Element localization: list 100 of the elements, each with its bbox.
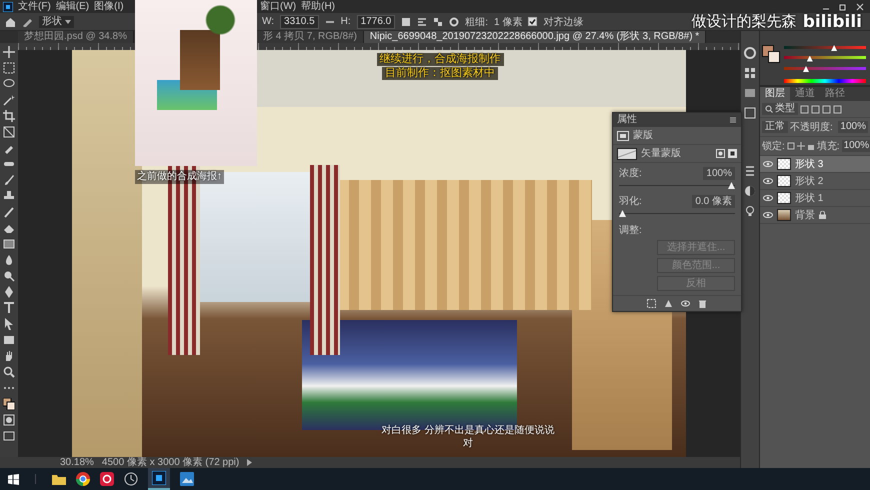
eye-icon[interactable] [763, 195, 773, 201]
slider-value-field[interactable]: 100% [703, 167, 735, 180]
layer-thumbnail [777, 192, 791, 204]
quick-mask-icon[interactable] [3, 414, 15, 426]
lock-position-icon[interactable] [796, 142, 805, 150]
video-subtitle: 对 [463, 437, 473, 450]
path-alignment-icon[interactable] [417, 16, 428, 26]
menu-item[interactable]: 图像(I) [94, 0, 124, 13]
layer-name: 形状 1 [795, 192, 824, 205]
eraser-icon[interactable] [3, 222, 15, 234]
opacity-field[interactable]: 100% [838, 121, 868, 133]
frame-icon[interactable] [3, 126, 15, 138]
channel-name: 做设计的梨先森 [692, 13, 797, 31]
layer-name: 背景 [795, 208, 815, 222]
layer-row[interactable]: 形状 2 [760, 173, 870, 190]
section-title: 蒙版 [633, 129, 653, 142]
layer-thumbnail [777, 175, 791, 187]
document-tab[interactable]: 梦想田园.psd @ 34.8% [18, 31, 134, 43]
restore-icon[interactable] [839, 2, 847, 10]
width-field[interactable]: 3310.5 [280, 14, 319, 28]
height-label: H: [340, 16, 351, 27]
align-edges-checkbox[interactable] [528, 17, 538, 26]
ps-logo-icon [3, 2, 13, 12]
filter-dropdown[interactable]: 类型 [762, 103, 798, 115]
adjustments-icon[interactable] [744, 185, 756, 197]
trash-icon[interactable] [698, 299, 707, 308]
mask-thumbnail[interactable] [617, 148, 637, 160]
caret-icon[interactable] [247, 459, 252, 466]
add-vector-mask-icon[interactable] [728, 149, 737, 158]
close-icon[interactable] [856, 2, 864, 10]
zoom-icon[interactable] [3, 366, 15, 378]
hand-icon[interactable] [3, 350, 15, 362]
browser-icon[interactable] [76, 472, 90, 486]
foreground-background-swatches-icon[interactable] [762, 45, 780, 63]
slider-thumb[interactable] [728, 182, 735, 189]
document-tab[interactable]: 形 4 拷贝 7, RGB/8#) [257, 31, 364, 43]
video-caption: 继续进行，合成海报制作 [376, 53, 504, 66]
video-caption: 目前制作：抠图素材中 [382, 67, 498, 80]
slider-thumb[interactable] [806, 56, 813, 62]
menu-item[interactable]: 编辑(E) [56, 0, 90, 13]
eye-icon[interactable] [763, 212, 773, 218]
shape-icon[interactable] [3, 334, 15, 346]
stroke-value[interactable]: 1 像素 [494, 14, 522, 28]
blend-mode-dropdown[interactable]: 正常 [762, 121, 788, 133]
screen-mode-icon[interactable] [3, 430, 15, 442]
photoshop-app-icon[interactable] [152, 471, 166, 485]
slider-thumb[interactable] [619, 210, 626, 217]
slider-label: 羽化: [619, 195, 642, 208]
panel-menu-icon[interactable] [729, 116, 737, 124]
layer-thumbnail [777, 209, 791, 221]
panel-tab[interactable]: 通道 [790, 87, 820, 101]
image-viewer-icon[interactable] [180, 472, 194, 486]
swatches-panel-icon[interactable] [744, 67, 756, 79]
lightbulb-icon[interactable] [744, 205, 756, 217]
brush-icon[interactable] [3, 174, 15, 186]
type-icon[interactable] [3, 302, 15, 314]
menu-item[interactable]: 窗口(W) [260, 0, 296, 13]
path-select-icon[interactable] [3, 318, 15, 330]
properties-panel-icon[interactable] [744, 165, 756, 177]
load-selection-icon[interactable] [647, 299, 656, 308]
folder-icon[interactable] [52, 473, 66, 485]
caret-icon [65, 20, 71, 24]
menu-item[interactable]: 文件(F) [18, 0, 51, 13]
lock-label: 锁定: [762, 140, 785, 153]
add-pixel-mask-icon[interactable] [716, 149, 725, 158]
height-field[interactable]: 1776.0 [356, 14, 396, 28]
eye-icon[interactable] [681, 299, 690, 308]
mask-icon [617, 130, 629, 140]
menu-item[interactable]: 帮助(H) [301, 0, 335, 13]
document-tab[interactable]: Nipic_6699048_20190723202228666000.jpg @ 27.4% (形状 3, RGB/8#) * [364, 31, 706, 43]
slider-thumb[interactable] [831, 45, 838, 51]
lock-icon [819, 211, 826, 219]
zoom-level[interactable]: 30.18% [60, 457, 94, 468]
fill-label: 填充: [816, 140, 840, 153]
home-icon[interactable] [5, 16, 16, 26]
stamp-icon[interactable] [3, 190, 15, 202]
color-panel-icon[interactable] [744, 47, 756, 59]
layer-row[interactable]: 形状 3 [760, 156, 870, 173]
color-swatches-icon[interactable] [3, 398, 15, 410]
marquee-icon[interactable] [3, 62, 15, 74]
panel-tab[interactable]: 图层 [760, 87, 790, 101]
move-icon[interactable] [3, 46, 15, 58]
eye-icon[interactable] [763, 178, 773, 184]
tool-mode-dropdown[interactable]: 形状 [39, 16, 74, 28]
panel-tab[interactable]: 路径 [820, 87, 850, 101]
color-spectrum[interactable] [784, 78, 866, 83]
lasso-icon[interactable] [3, 78, 15, 90]
video-platform-logo: bilibili [802, 12, 862, 32]
layer-name: 形状 3 [795, 158, 824, 171]
fill-field[interactable]: 100% [842, 140, 870, 152]
layer-row[interactable]: 形状 1 [760, 190, 870, 207]
slider-thumb[interactable] [803, 66, 809, 72]
windows-start-icon[interactable] [8, 474, 19, 484]
wand-icon[interactable] [3, 94, 15, 106]
layer-row[interactable]: 背景 [760, 207, 870, 224]
crop-icon[interactable] [3, 110, 15, 122]
clock-app-icon[interactable] [124, 472, 138, 486]
document-size: 4500 像素 x 3000 像素 (72 ppi) [102, 457, 240, 468]
eye-icon[interactable] [763, 161, 773, 167]
slider-value-field[interactable]: 0.0 像素 [692, 195, 735, 208]
